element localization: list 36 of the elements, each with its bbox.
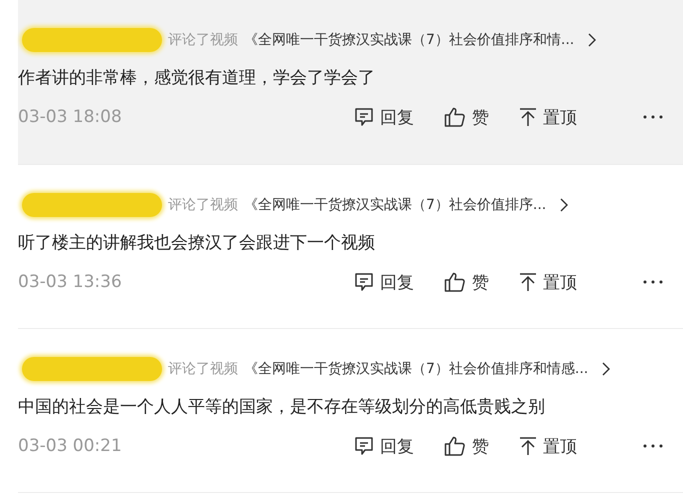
more-icon[interactable]	[643, 115, 663, 119]
activity-text: 评论了视频	[168, 31, 238, 49]
comment-time: 03-03 18:08	[18, 107, 123, 127]
comment-time: 03-03 00:21	[18, 436, 123, 456]
video-title-link[interactable]: 《全网唯一干货撩汉实战课（7）社会价值排序...	[244, 196, 546, 214]
comment-icon	[354, 272, 374, 292]
pin-button[interactable]: 置顶	[519, 270, 577, 294]
activity-text: 评论了视频	[168, 360, 238, 378]
comment-text: 听了楼主的讲解我也会撩汉了会跟进下一个视频	[18, 232, 376, 255]
like-button[interactable]: 赞	[444, 270, 489, 294]
pin-button[interactable]: 置顶	[519, 434, 577, 458]
thumbs-up-icon	[444, 436, 466, 456]
thumbs-up-icon	[444, 107, 466, 127]
video-title-link[interactable]: 《全网唯一干货撩汉实战课（7）社会价值排序和情感...	[244, 360, 588, 378]
comment-icon	[354, 107, 374, 127]
comment-time: 03-03 13:36	[18, 272, 123, 292]
thumbs-up-icon	[444, 272, 466, 292]
like-button[interactable]: 赞	[444, 106, 489, 128]
reply-button[interactable]: 回复	[354, 270, 414, 294]
like-button[interactable]: 赞	[444, 434, 489, 458]
chevron-right-icon[interactable]	[560, 198, 568, 212]
activity-text: 评论了视频	[168, 196, 238, 214]
pin-to-top-icon	[519, 272, 537, 292]
chevron-right-icon[interactable]	[602, 362, 610, 376]
reply-button[interactable]: 回复	[354, 106, 414, 128]
more-icon[interactable]	[643, 444, 663, 448]
pin-button[interactable]: 置顶	[519, 106, 577, 128]
more-icon[interactable]	[643, 280, 663, 284]
video-title-link[interactable]: 《全网唯一干货撩汉实战课（7）社会价值排序和情...	[244, 31, 574, 49]
reply-button[interactable]: 回复	[354, 434, 414, 458]
pin-to-top-icon	[519, 107, 537, 127]
comment-text: 作者讲的非常棒，感觉很有道理，学会了学会了	[18, 67, 376, 90]
chevron-right-icon[interactable]	[588, 33, 596, 47]
comment-icon	[354, 436, 374, 456]
comment-text: 中国的社会是一个人人平等的国家，是不存在等级划分的高低贵贱之别	[18, 396, 546, 419]
pin-to-top-icon	[519, 436, 537, 456]
